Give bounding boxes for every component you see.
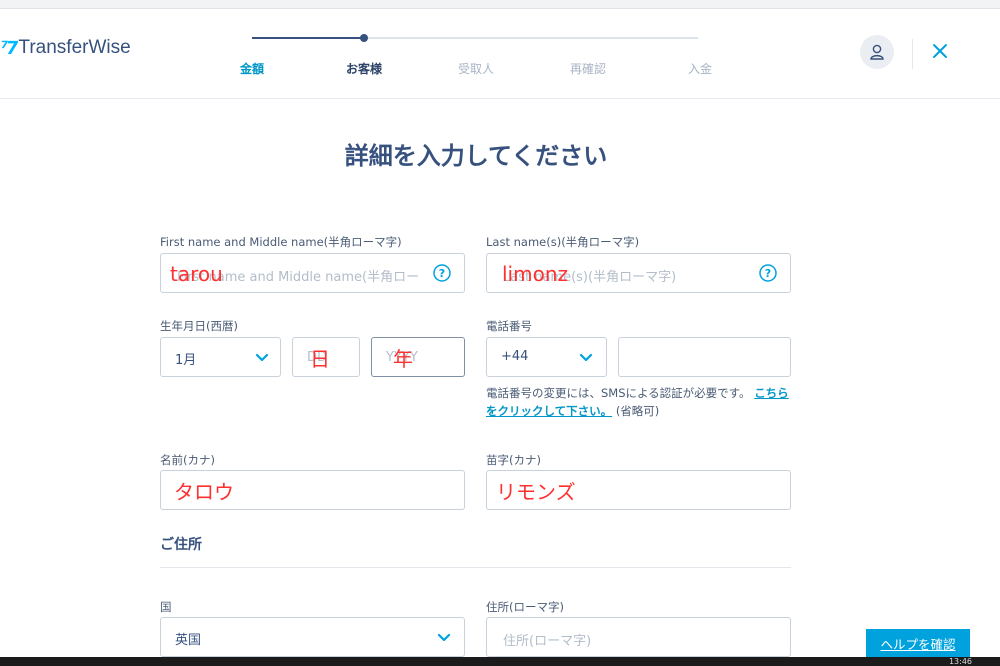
progress-step: 入金 xyxy=(687,62,712,76)
address-label: 住所(ローマ字) xyxy=(486,600,564,614)
chevron-down-icon xyxy=(437,633,451,642)
kana-first-overlay-text: タロウ xyxy=(174,480,234,504)
progress-track xyxy=(252,34,698,42)
dob-month-value: 1月 xyxy=(175,353,197,368)
page-title: 詳細を入力してください xyxy=(344,142,608,170)
phone-note-suffix: (省略可) xyxy=(615,404,660,418)
progress-current-dot xyxy=(360,34,368,42)
close-icon xyxy=(933,44,947,58)
phone-change-note: 電話番号の変更には、SMSによる認証が必要です。 こちらをクリックして下さい。 … xyxy=(486,384,796,420)
logo-flag-icon: ⁷7 xyxy=(0,37,18,59)
browser-top-strip xyxy=(0,0,1000,9)
dob-label: 生年月日(西暦) xyxy=(160,319,238,333)
kana-last-overlay-text: リモンズ xyxy=(496,480,576,504)
dob-month-select[interactable]: 1月 xyxy=(160,337,281,377)
address-input[interactable]: 住所(ローマ字) xyxy=(486,617,791,657)
progress-step: 金額 xyxy=(239,62,264,76)
phone-note-prefix: 電話番号の変更には、SMSによる認証が必要です。 xyxy=(486,386,751,400)
help-circle-icon[interactable]: ? xyxy=(759,264,777,282)
dob-day-overlay-text: 日 xyxy=(310,347,330,371)
phone-country-code-value: +44 xyxy=(501,349,529,364)
phone-country-code-select[interactable]: +44 xyxy=(486,337,607,377)
phone-number-input[interactable] xyxy=(618,337,791,377)
country-value: 英国 xyxy=(175,633,202,648)
progress-fill xyxy=(252,37,364,39)
help-circle-icon[interactable]: ? xyxy=(433,264,451,282)
first-name-label: First name and Middle name(半角ローマ字) xyxy=(160,235,402,249)
chevron-down-icon xyxy=(579,353,593,362)
progress-step: 再確認 xyxy=(569,62,606,76)
svg-text:?: ? xyxy=(765,267,771,280)
progress-step: お客様 xyxy=(345,62,382,76)
country-select[interactable]: 英国 xyxy=(160,617,465,657)
first-name-overlay-text: tarou xyxy=(170,262,223,286)
os-taskbar: 13:46 xyxy=(0,657,1000,666)
kana-first-label: 名前(カナ) xyxy=(160,453,215,467)
address-section-title: ご住所 xyxy=(160,537,202,553)
kana-last-label: 苗字(カナ) xyxy=(486,453,541,467)
last-name-overlay-text: limonz xyxy=(502,262,569,286)
last-name-label: Last name(s)(半角ローマ字) xyxy=(486,235,640,249)
help-button[interactable]: ヘルプを確認 xyxy=(866,629,970,657)
phone-label: 電話番号 xyxy=(486,319,532,333)
header: ⁷7 TransferWise 金額 お客様 受取人 再確認 入金 xyxy=(0,9,1000,99)
logo-text: TransferWise xyxy=(18,37,131,58)
country-label: 国 xyxy=(160,600,172,614)
header-divider xyxy=(912,39,913,69)
address-placeholder: 住所(ローマ字) xyxy=(503,634,592,649)
svg-text:?: ? xyxy=(439,267,445,280)
chevron-down-icon xyxy=(255,353,269,362)
progress-step: 受取人 xyxy=(457,62,494,76)
account-avatar-button[interactable] xyxy=(860,35,894,69)
close-button[interactable] xyxy=(928,39,952,63)
dob-year-overlay-text: 年 xyxy=(393,347,413,371)
transferwise-logo[interactable]: ⁷7 TransferWise xyxy=(0,37,131,59)
section-divider xyxy=(160,567,791,568)
dob-year-input[interactable]: YYYY xyxy=(371,337,465,377)
user-icon xyxy=(870,44,884,60)
taskbar-clock: 13:46 xyxy=(948,657,972,666)
